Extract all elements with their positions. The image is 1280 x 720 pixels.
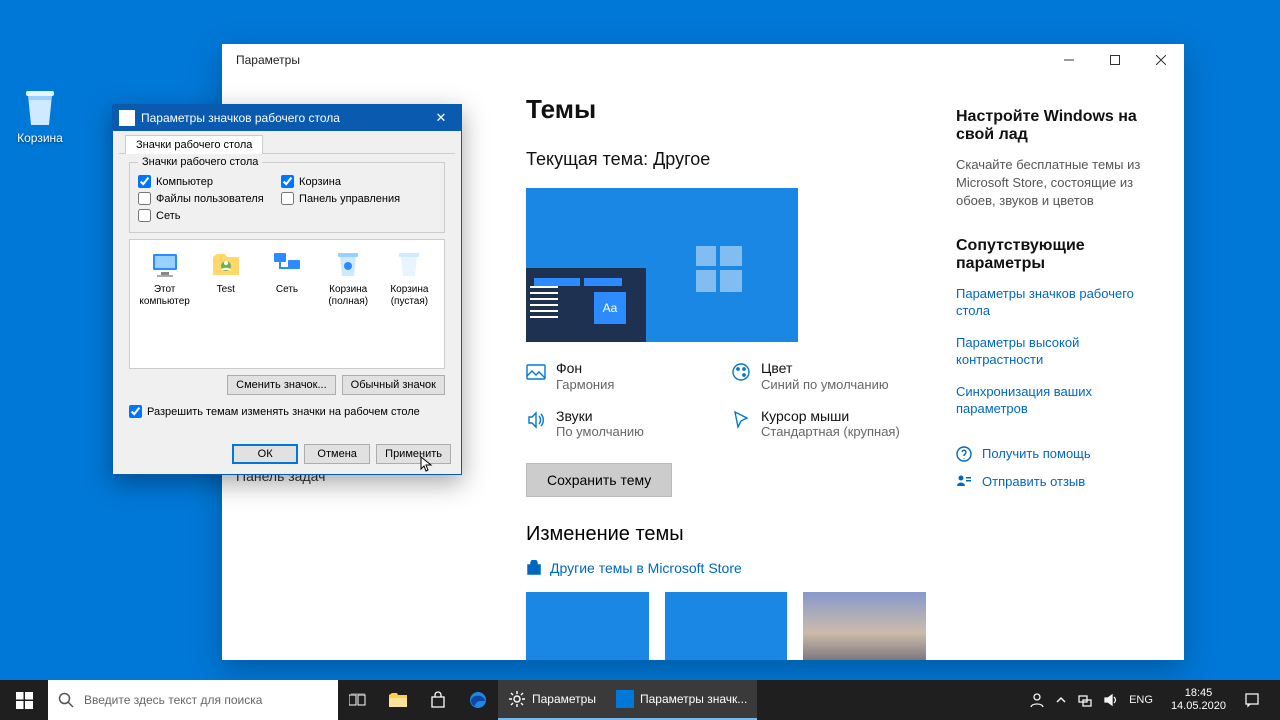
default-icon-button[interactable]: Обычный значок (342, 375, 445, 395)
taskbar-explorer[interactable] (378, 680, 418, 720)
tray-notifications-icon[interactable] (1244, 692, 1260, 708)
theme-preview[interactable]: Aa (526, 188, 798, 342)
taskbar-search[interactable]: Введите здесь текст для поиска (48, 680, 338, 720)
dialog-icon (119, 110, 135, 126)
palette-icon (731, 362, 751, 382)
taskbar-task-dialog[interactable]: Параметры значк... (606, 680, 757, 720)
close-button[interactable] (1138, 44, 1184, 76)
feedback-link[interactable]: Отправить отзыв (956, 474, 1156, 490)
link-sync-settings[interactable]: Синхронизация ваших параметров (956, 383, 1156, 418)
desktop-icons-dialog: Параметры значков рабочего стола ✕ Значк… (112, 104, 462, 475)
icon-preview-grid[interactable]: Этот компьютер Test Сеть Корзина (полная… (129, 239, 445, 369)
change-icon-button[interactable]: Сменить значок... (227, 375, 336, 395)
desktop-recycle-bin[interactable]: Корзина (10, 85, 70, 145)
gear-icon (508, 690, 526, 708)
recycle-bin-icon (22, 85, 58, 129)
taskbar-edge[interactable] (458, 680, 498, 720)
theme-thumb[interactable] (803, 592, 926, 660)
tray-people-icon[interactable] (1029, 692, 1045, 708)
checkbox-userfiles[interactable]: Файлы пользователя (138, 190, 281, 207)
icon-recycle-full[interactable]: Корзина (полная) (322, 248, 375, 307)
icon-recycle-empty[interactable]: Корзина (пустая) (383, 248, 436, 307)
page-title: Темы (526, 94, 926, 125)
icon-user-files[interactable]: Test (199, 248, 252, 296)
icon-network[interactable]: Сеть (260, 248, 313, 296)
theme-prop-background[interactable]: ФонГармония (526, 360, 721, 394)
icon-this-pc[interactable]: Этот компьютер (138, 248, 191, 307)
preview-aa: Aa (594, 292, 626, 324)
help-icon (956, 446, 972, 462)
window-titlebar[interactable]: Параметры (222, 44, 1184, 76)
ok-button[interactable]: ОК (232, 444, 298, 464)
show-desktop-button[interactable] (1270, 680, 1276, 720)
windows-logo-icon (16, 692, 33, 709)
checkbox-computer[interactable]: Компьютер (138, 173, 281, 190)
checkbox-cpanel[interactable]: Панель управления (281, 190, 424, 207)
store-icon (526, 560, 542, 576)
search-icon (58, 692, 74, 708)
change-theme-header: Изменение темы (526, 523, 926, 546)
checkbox-recycle[interactable]: Корзина (281, 173, 424, 190)
dialog-title: Параметры значков рабочего стола (141, 111, 340, 125)
checkbox-network[interactable]: Сеть (138, 207, 281, 224)
start-button[interactable] (0, 680, 48, 720)
minimize-button[interactable] (1046, 44, 1092, 76)
get-help-link[interactable]: Получить помощь (956, 446, 1156, 462)
side-header-1: Настройте Windows на свой лад (956, 108, 1156, 144)
window-title: Параметры (236, 53, 300, 67)
theme-prop-cursor[interactable]: Курсор мышиСтандартная (крупная) (731, 408, 926, 442)
cursor-icon (731, 410, 751, 430)
cancel-button[interactable]: Отмена (304, 444, 370, 464)
store-themes-link[interactable]: Другие темы в Microsoft Store (526, 560, 926, 576)
picture-icon (526, 362, 546, 382)
windows-logo-icon (696, 246, 742, 292)
taskbar: Введите здесь текст для поиска Параметры… (0, 680, 1280, 720)
side-header-2: Сопутствующие параметры (956, 237, 1156, 273)
checkbox-allow-themes[interactable]: Разрешить темам изменять значки на рабоч… (129, 401, 445, 426)
maximize-button[interactable] (1092, 44, 1138, 76)
side-text-1: Скачайте бесплатные темы из Microsoft St… (956, 156, 1156, 211)
tray-volume-icon[interactable] (1103, 692, 1119, 708)
dialog-close-button[interactable]: ✕ (427, 108, 455, 128)
apply-button[interactable]: Применить (376, 444, 451, 464)
theme-prop-sounds[interactable]: ЗвукиПо умолчанию (526, 408, 721, 442)
dialog-tab[interactable]: Значки рабочего стола (125, 135, 263, 154)
feedback-icon (956, 474, 972, 490)
tray-language[interactable]: ENG (1129, 694, 1153, 706)
tray-network-icon[interactable] (1077, 692, 1093, 708)
dialog-titlebar[interactable]: Параметры значков рабочего стола ✕ (113, 105, 461, 131)
theme-prop-color[interactable]: ЦветСиний по умолчанию (731, 360, 926, 394)
dialog-icon (616, 690, 634, 708)
desktop-icon-label: Корзина (10, 131, 70, 145)
save-theme-button[interactable]: Сохранить тему (526, 463, 672, 497)
taskbar-store[interactable] (418, 680, 458, 720)
tray-clock[interactable]: 18:45 14.05.2020 (1163, 687, 1234, 712)
tray-chevron-up-icon[interactable] (1055, 694, 1067, 706)
speaker-icon (526, 410, 546, 430)
link-desktop-icons[interactable]: Параметры значков рабочего стола (956, 285, 1156, 320)
search-placeholder: Введите здесь текст для поиска (84, 693, 262, 707)
current-theme-label: Текущая тема: Другое (526, 149, 926, 170)
taskbar-task-settings[interactable]: Параметры (498, 680, 606, 720)
theme-thumb[interactable] (526, 592, 649, 660)
group-desktop-icons: Значки рабочего стола Компьютер Корзина … (129, 162, 445, 233)
task-view-button[interactable] (338, 680, 378, 720)
theme-thumb[interactable] (665, 592, 788, 660)
link-high-contrast[interactable]: Параметры высокой контрастности (956, 334, 1156, 369)
